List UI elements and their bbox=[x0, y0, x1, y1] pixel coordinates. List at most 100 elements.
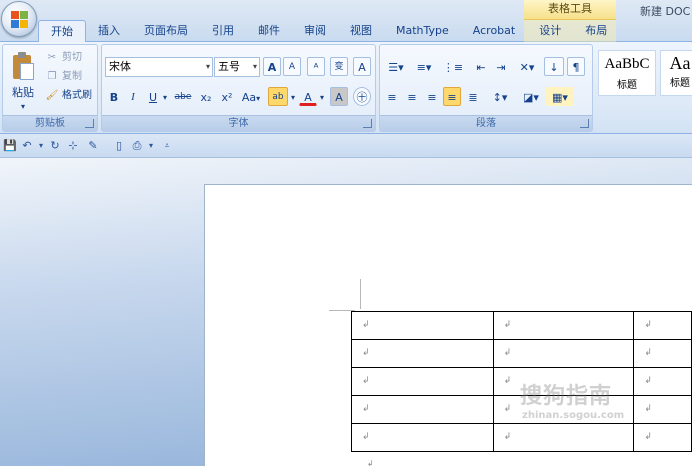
subscript-label: x₂ bbox=[200, 91, 212, 104]
clipboard-dialog-launcher-icon[interactable] bbox=[85, 119, 94, 128]
align-left-icon[interactable]: ≡ bbox=[383, 87, 401, 106]
numbering-icon[interactable]: ≡▾ bbox=[411, 57, 437, 76]
change-case-button[interactable]: Aa▾ bbox=[239, 87, 263, 106]
font-name-value: 宋体 bbox=[109, 60, 131, 73]
document-page[interactable]: ↲ ↲ ↲ ↲ ↲ ↲ ↲ ↲ ↲ ↲ ↲ ↲ ↲ ↲ ↲ ↲ bbox=[204, 184, 692, 466]
highlight-color-icon[interactable]: ab bbox=[268, 87, 288, 106]
undo-icon[interactable]: ↶ bbox=[20, 138, 34, 154]
margin-guide-vertical bbox=[360, 279, 361, 309]
table-cell[interactable]: ↲ bbox=[633, 311, 692, 340]
chevron-down-icon[interactable]: ▾ bbox=[34, 138, 48, 154]
chevron-down-icon[interactable]: ▾ bbox=[318, 87, 326, 106]
draw-table-icon[interactable]: ⊹ bbox=[66, 138, 80, 154]
italic-label: I bbox=[131, 91, 135, 103]
char-shading-label: A bbox=[335, 91, 343, 104]
tab-acrobat[interactable]: Acrobat bbox=[461, 20, 527, 42]
increase-indent-icon[interactable]: ⇥ bbox=[492, 57, 510, 76]
distributed-icon[interactable]: ≣ bbox=[464, 87, 482, 106]
font-name-combo[interactable]: 宋体 ▾ bbox=[105, 57, 213, 77]
tab-mailings[interactable]: 邮件 bbox=[246, 20, 292, 42]
sort-icon[interactable]: ↓ bbox=[544, 57, 564, 76]
bullets-icon[interactable]: ☰▾ bbox=[383, 57, 409, 76]
paste-dropdown-icon[interactable]: ▾ bbox=[7, 102, 39, 111]
paste-icon bbox=[11, 51, 35, 81]
style-heading-2-card[interactable]: Aa 标题 bbox=[660, 50, 692, 96]
tab-design[interactable]: 设计 bbox=[527, 20, 573, 42]
tab-home[interactable]: 开始 bbox=[38, 20, 86, 43]
style-sample-2: Aa bbox=[669, 53, 691, 73]
tab-mathtype[interactable]: MathType bbox=[384, 20, 461, 42]
table-cell[interactable]: ↲ bbox=[351, 395, 494, 424]
table-cell[interactable]: ↲ bbox=[492, 423, 635, 452]
superscript-label: x² bbox=[221, 91, 233, 104]
paragraph-dialog-launcher-icon[interactable] bbox=[580, 119, 589, 128]
table-cell[interactable]: ↲ bbox=[633, 339, 692, 368]
chinese-layout-icon[interactable]: ✕▾ bbox=[514, 57, 540, 76]
clipboard-group: 粘贴 ▾ ✂ 剪切 ❐ 复制 🖌 格式刷 剪贴板 bbox=[2, 44, 98, 132]
bold-button[interactable]: B bbox=[105, 87, 123, 106]
tab-review[interactable]: 审阅 bbox=[292, 20, 338, 42]
justify-icon[interactable]: ≡ bbox=[443, 87, 461, 106]
new-document-icon[interactable]: ▯ bbox=[112, 138, 126, 154]
chevron-down-icon: ▾ bbox=[205, 62, 210, 71]
clear-formatting-icon[interactable]: ᴬ bbox=[307, 57, 325, 76]
font-color-button[interactable]: A bbox=[299, 87, 317, 106]
shading-icon[interactable]: ◪▾ bbox=[518, 87, 544, 106]
chevron-down-icon[interactable]: ▾ bbox=[144, 138, 158, 154]
edit-icon[interactable]: ✎ bbox=[86, 138, 100, 154]
tab-insert[interactable]: 插入 bbox=[86, 20, 132, 42]
style-heading-card[interactable]: AaBbC 标题 bbox=[598, 50, 656, 96]
decrease-indent-icon[interactable]: ⇤ bbox=[472, 57, 490, 76]
customize-toolbar-icon[interactable]: ⩡ bbox=[160, 138, 174, 154]
table-cell[interactable]: ↲ bbox=[351, 367, 494, 396]
char-shading-button[interactable]: A bbox=[330, 87, 348, 106]
tab-layout[interactable]: 布局 bbox=[573, 20, 619, 42]
chevron-down-icon[interactable]: ▾ bbox=[289, 87, 297, 106]
tab-view[interactable]: 视图 bbox=[338, 20, 384, 42]
align-right-icon[interactable]: ≡ bbox=[423, 87, 441, 106]
copy-icon: ❐ bbox=[47, 71, 57, 82]
align-center-icon[interactable]: ≡ bbox=[403, 87, 421, 106]
table-cell[interactable]: ↲ bbox=[351, 339, 494, 368]
tab-references[interactable]: 引用 bbox=[200, 20, 246, 42]
print-preview-icon[interactable]: ⎙ bbox=[130, 138, 144, 154]
line-spacing-icon[interactable]: ↕▾ bbox=[487, 87, 513, 106]
font-size-combo[interactable]: 五号 ▾ bbox=[214, 57, 260, 77]
table-cell[interactable]: ↲ bbox=[492, 311, 635, 340]
italic-button[interactable]: I bbox=[124, 87, 142, 106]
brush-icon: 🖌 bbox=[45, 90, 59, 101]
table-cell[interactable]: ↲ bbox=[492, 339, 635, 368]
multilevel-list-icon[interactable]: ⋮≡ bbox=[439, 57, 467, 76]
char-border-button[interactable]: A bbox=[353, 57, 371, 76]
font-group: 宋体 ▾ 五号 ▾ A A ᴬ 变 A B I U ▾ abe x₂ x² Aa… bbox=[101, 44, 376, 132]
styles-gallery: AaBbC 标题 Aa 标题 bbox=[598, 46, 692, 114]
table-cell[interactable]: ↲ bbox=[633, 423, 692, 452]
context-tab-group-label: 表格工具 bbox=[524, 0, 616, 20]
strikethrough-button[interactable]: abe bbox=[172, 87, 194, 106]
table-cell[interactable]: ↲ bbox=[351, 423, 494, 452]
grow-font-button[interactable]: A bbox=[263, 57, 281, 76]
cut-button[interactable]: ✂ 剪切 bbox=[45, 49, 82, 67]
borders-icon[interactable]: ▦▾ bbox=[546, 87, 574, 106]
watermark-line1: 搜狗指南 bbox=[520, 384, 613, 409]
format-painter-button[interactable]: 🖌 格式刷 bbox=[45, 87, 92, 105]
tab-page-layout[interactable]: 页面布局 bbox=[132, 20, 200, 42]
bold-label: B bbox=[109, 91, 119, 104]
phonetic-guide-icon[interactable]: 变 bbox=[330, 57, 348, 76]
table-row: ↲ ↲ ↲ bbox=[351, 311, 692, 340]
title-tab-bar: 表格工具 新建 DOC 开始 插入 页面布局 引用 邮件 审阅 视图 MathT… bbox=[0, 0, 692, 43]
save-icon[interactable]: 💾 bbox=[3, 138, 17, 154]
superscript-button[interactable]: x² bbox=[218, 87, 236, 106]
shrink-font-button[interactable]: A bbox=[283, 57, 301, 76]
redo-icon[interactable]: ↻ bbox=[48, 138, 62, 154]
show-marks-icon[interactable]: ¶ bbox=[567, 57, 585, 76]
chevron-down-icon[interactable]: ▾ bbox=[160, 87, 170, 106]
copy-button[interactable]: ❐ 复制 bbox=[45, 68, 82, 86]
enclose-chars-icon[interactable]: ㊉ bbox=[353, 87, 371, 106]
table-cell[interactable]: ↲ bbox=[351, 311, 494, 340]
office-button[interactable] bbox=[1, 1, 37, 37]
style-sample: AaBbC bbox=[604, 56, 650, 72]
font-dialog-launcher-icon[interactable] bbox=[363, 119, 372, 128]
subscript-button[interactable]: x₂ bbox=[197, 87, 215, 106]
paste-button[interactable]: 粘贴 ▾ bbox=[7, 49, 39, 113]
